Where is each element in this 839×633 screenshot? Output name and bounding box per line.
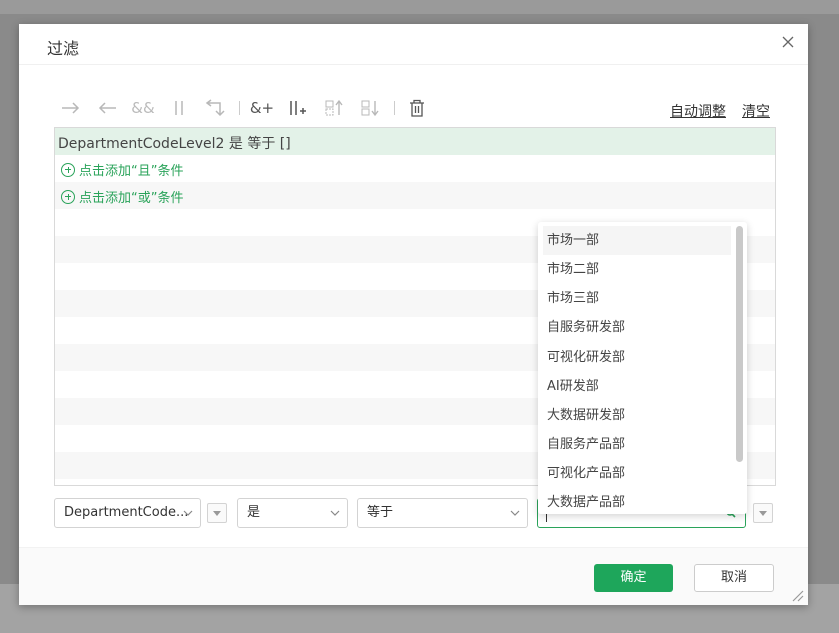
- toolbar-divider: [394, 101, 395, 115]
- dialog-title: 过滤: [47, 39, 80, 58]
- dropdown-option[interactable]: 自服务研发部: [543, 313, 731, 342]
- dropdown-option[interactable]: 大数据产品部: [543, 488, 731, 514]
- or-icon[interactable]: [165, 96, 193, 120]
- is-select[interactable]: 是: [237, 498, 348, 528]
- filter-dialog: 过滤 && &+ 自动调整 清空 DepartmentCodeLevel2 是 …: [19, 24, 808, 605]
- triangle-down-icon: [213, 511, 221, 516]
- value-dropdown-list: 市场一部 市场二部 市场三部 自服务研发部 可视化研发部 AI研发部 大数据研发…: [538, 222, 747, 514]
- return-icon[interactable]: [201, 96, 229, 120]
- dialog-footer: [19, 548, 808, 605]
- dropdown-option[interactable]: 可视化研发部: [543, 343, 731, 372]
- toolbar-links: 自动调整 清空: [670, 101, 770, 121]
- and-icon[interactable]: &&: [129, 96, 157, 120]
- plus-circle-icon: [61, 189, 75, 204]
- resize-handle-icon[interactable]: [790, 588, 804, 602]
- field-select-value: DepartmentCode...: [64, 505, 189, 520]
- close-icon[interactable]: [780, 34, 796, 50]
- cancel-button[interactable]: 取消: [694, 564, 774, 592]
- plus-circle-icon: [61, 162, 75, 177]
- chevron-down-icon: [510, 510, 520, 516]
- dropdown-option[interactable]: 市场二部: [543, 255, 731, 284]
- indent-left-arrow-icon[interactable]: [93, 96, 121, 120]
- condition-row[interactable]: DepartmentCodeLevel2 是 等于 []: [55, 128, 775, 155]
- add-and-condition-link[interactable]: 点击添加“且”条件: [61, 160, 183, 179]
- add-or-label: 点击添加“或”条件: [79, 191, 184, 206]
- dropdown-option[interactable]: 可视化产品部: [543, 459, 731, 488]
- dropdown-option[interactable]: 自服务产品部: [543, 430, 731, 459]
- dropdown-option[interactable]: 大数据研发部: [543, 401, 731, 430]
- field-options-dropdown[interactable]: [207, 503, 227, 523]
- add-and-label: 点击添加“且”条件: [79, 164, 184, 179]
- add-or-icon[interactable]: [284, 96, 312, 120]
- dropdown-option[interactable]: 市场三部: [543, 284, 731, 313]
- add-and-row: 点击添加“且”条件: [55, 155, 775, 182]
- dropdown-option[interactable]: 市场一部: [543, 226, 731, 255]
- chevron-down-icon: [183, 510, 193, 516]
- dropdown-scrollbar[interactable]: [736, 226, 743, 462]
- background-table: [0, 0, 839, 14]
- delete-icon[interactable]: [403, 96, 431, 120]
- condition-expression: DepartmentCodeLevel2 是 等于 []: [58, 136, 291, 152]
- add-or-row: 点击添加“或”条件: [55, 182, 775, 209]
- is-select-value: 是: [247, 505, 261, 520]
- operator-select[interactable]: 等于: [357, 498, 528, 528]
- add-and-icon[interactable]: &+: [248, 96, 276, 120]
- clear-link[interactable]: 清空: [742, 101, 770, 121]
- auto-adjust-link[interactable]: 自动调整: [670, 101, 726, 121]
- dropdown-option[interactable]: AI研发部: [543, 372, 731, 401]
- toolbar-divider: [239, 101, 240, 115]
- filter-toolbar: && &+: [57, 96, 439, 120]
- move-up-icon[interactable]: [320, 96, 348, 120]
- field-select[interactable]: DepartmentCode...: [54, 498, 201, 528]
- indent-right-arrow-icon[interactable]: [57, 96, 85, 120]
- chevron-down-icon: [330, 510, 340, 516]
- add-or-condition-link[interactable]: 点击添加“或”条件: [61, 187, 183, 206]
- value-options-dropdown[interactable]: [753, 503, 773, 523]
- triangle-down-icon: [759, 511, 767, 516]
- ok-button[interactable]: 确定: [594, 564, 673, 592]
- title-divider: [19, 64, 808, 65]
- operator-select-value: 等于: [367, 505, 394, 520]
- move-down-icon[interactable]: [356, 96, 384, 120]
